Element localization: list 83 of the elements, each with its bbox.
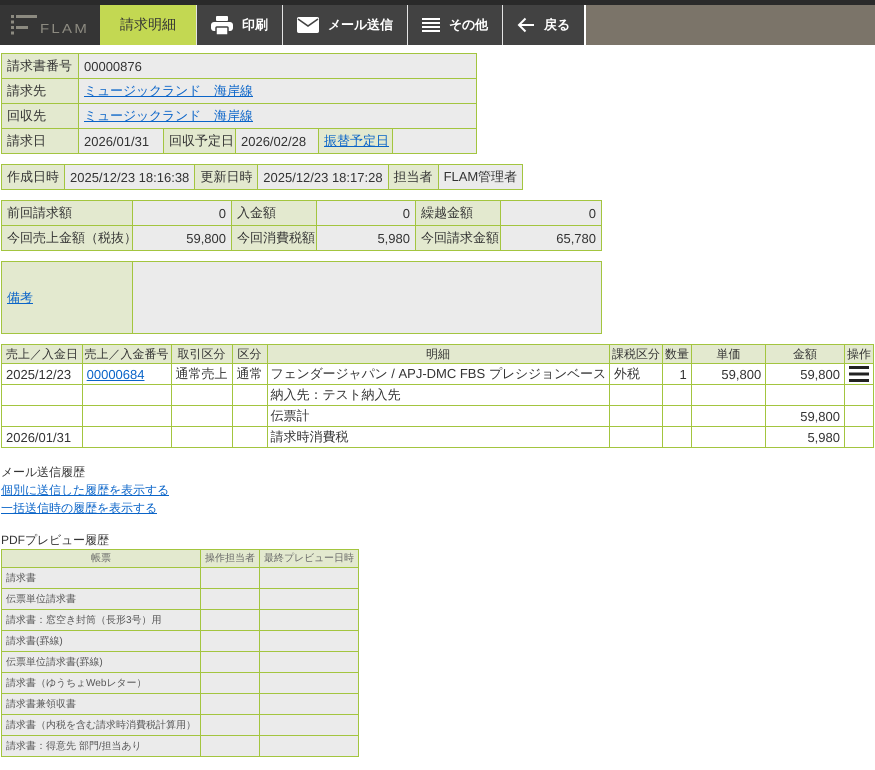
label-cell: 今回消費税額 (232, 226, 316, 250)
section-title: メール送信履歴 (1, 464, 85, 481)
table-cell: 伝票単位請求書 (2, 588, 200, 610)
value-cell: 2025/12/23 18:16:38 (64, 164, 195, 190)
label-cell: 請求日 (2, 128, 78, 154)
label-cell: 請求書番号 (2, 54, 78, 78)
table-cell: 59,800 (766, 406, 844, 426)
arrow-left-icon (517, 17, 535, 33)
table-cell: 通常売上 (171, 364, 232, 384)
label-cell: 回収先 (2, 104, 78, 128)
label-cell: 入金額 (232, 200, 316, 226)
column-header: 明細 (267, 344, 610, 364)
logo-icon (11, 15, 38, 35)
value-cell: FLAM管理者 (438, 164, 523, 190)
value-cell: 2026/01/31 (78, 128, 164, 154)
table-cell: 請求書（内税を含む請求時消費税計算用） (2, 714, 200, 736)
amount-cell: 0 (316, 200, 416, 226)
table-cell: 伝票単位請求書(罫線) (2, 652, 200, 672)
amount-cell: 65,780 (500, 226, 602, 250)
table-cell: 請求時消費税 (267, 426, 610, 448)
column-header: 単価 (691, 344, 766, 364)
column-header: 課税区分 (609, 344, 662, 364)
column-header: 売上／入金日 (2, 344, 82, 364)
label-cell: 前回請求額 (2, 200, 132, 226)
label-cell: 請求先 (2, 78, 78, 104)
table-cell: 5,980 (766, 426, 844, 448)
text-link[interactable]: 振替予定日 (324, 133, 389, 148)
table-cell: 伝票計 (267, 406, 610, 426)
menu-icon[interactable] (848, 366, 869, 382)
amount-cell: 5,980 (316, 226, 416, 250)
label-cell: 今回売上金額（税抜） (2, 226, 132, 250)
amount-cell: 59,800 (132, 226, 232, 250)
column-header: 帳票 (2, 550, 200, 568)
text-link[interactable]: ミュージックランド 海岸線 (84, 83, 253, 98)
tab[interactable]: 請求明細 (100, 5, 196, 45)
amount-cell: 0 (500, 200, 602, 226)
label-cell: 回収予定日 (164, 128, 236, 154)
toolbar-button[interactable]: メール送信 (282, 5, 407, 45)
printer-icon (211, 16, 233, 34)
table-cell: 2026/01/31 (2, 426, 82, 448)
column-header: 金額 (766, 344, 844, 364)
label-cell: 繰越金額 (416, 200, 500, 226)
section-title: PDFプレビュー履歴 (1, 532, 109, 549)
toolbar-button[interactable]: 印刷 (196, 5, 282, 45)
column-header: 売上／入金番号 (82, 344, 172, 364)
table-cell: 請求書：窓空き封筒（長形3号）用 (2, 610, 200, 630)
text-link[interactable]: ミュージックランド 海岸線 (84, 108, 253, 123)
table-cell: 請求書兼領収書 (2, 694, 200, 714)
table-cell: 請求書(罫線) (2, 630, 200, 652)
column-header: 最終プレビュー日時 (260, 550, 358, 568)
value-cell: 2026/02/28 (236, 128, 318, 154)
toolbar-button[interactable]: その他 (407, 5, 502, 45)
column-header: 取引区分 (171, 344, 232, 364)
slip-number-link[interactable]: 00000684 (86, 366, 144, 382)
column-header: 数量 (662, 344, 692, 364)
table-cell: 納入先：テスト納入先 (267, 384, 610, 406)
toolbar-button[interactable]: 戻る (502, 5, 584, 45)
table-cell: 59,800 (691, 364, 766, 384)
label-cell: 作成日時 (2, 164, 64, 190)
label-cell: 今回請求金額 (416, 226, 500, 250)
table-cell: 外税 (609, 364, 662, 384)
label-cell: 担当者 (388, 164, 438, 190)
text-link[interactable]: 備考 (7, 290, 33, 304)
table-cell: 通常 (232, 364, 268, 384)
table-cell: 請求書：得意先 部門/担当あり (2, 736, 200, 756)
envelope-icon (297, 17, 319, 33)
table-cell: 1 (662, 364, 692, 384)
table-cell: 2025/12/23 (2, 364, 82, 384)
table-cell: フェンダージャパン / APJ-DMC FBS プレシジョンベース (267, 364, 610, 384)
table-cell: 請求書（ゆうちょWebレター） (2, 672, 200, 694)
column-header: 操作 (844, 344, 874, 364)
history-link[interactable]: 一括送信時の履歴を表示する (1, 499, 157, 517)
list-icon (422, 18, 440, 32)
label-cell: 更新日時 (194, 164, 258, 190)
value-cell: 00000876 (78, 54, 476, 78)
table-cell: 請求書 (2, 568, 200, 588)
amount-cell: 0 (132, 200, 232, 226)
history-link[interactable]: 個別に送信した履歴を表示する (1, 481, 169, 499)
column-header: 操作担当者 (200, 550, 260, 568)
table-cell: 59,800 (766, 364, 844, 384)
column-header: 区分 (232, 344, 268, 364)
value-cell: 2025/12/23 18:17:28 (258, 164, 388, 190)
logo-text: FLAM (40, 22, 90, 36)
